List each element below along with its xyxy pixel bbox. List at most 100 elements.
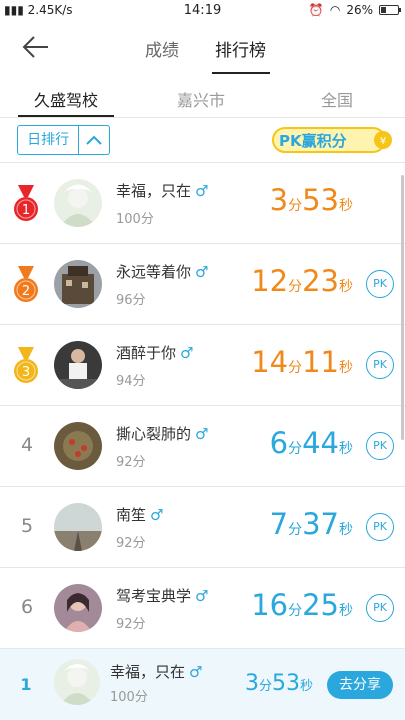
back-arrow-icon [22,36,48,58]
period-dropdown[interactable]: 日排行 [17,125,110,155]
finish-time: 3分53秒 [270,183,353,217]
avatar[interactable] [54,260,102,308]
status-bar: ▮▮▮ 2.45K/s 14:19 ⏰ ◠ 26% [0,0,405,22]
battery-icon [379,5,401,15]
svg-text:¥: ¥ [380,136,386,147]
avatar[interactable] [54,422,102,470]
time-min-unit: 分 [288,198,303,214]
ranking-row[interactable]: 4 撕心裂肺的 ♂ 92分 6分44秒 PK [0,405,405,486]
user-score: 92分 [116,617,146,632]
user-name-text: 幸福，只在 [116,182,192,200]
medal-icon: 1 [14,185,38,221]
user-name: 永远等着你 ♂ [116,261,208,282]
user-name-text: 驾考宝典学 [116,587,192,605]
medal-rank-text: 2 [22,284,30,299]
time-seconds: 23 [302,264,339,298]
user-name-text: 永远等着你 [116,263,192,281]
male-icon: ♂ [195,425,209,443]
tab-active-underline [212,72,270,74]
pk-button[interactable]: PK [366,594,394,622]
back-button[interactable] [20,34,50,60]
pk-banner-text: PK赢积分 [279,132,347,150]
male-icon: ♂ [195,587,209,605]
rank-number: 6 [20,596,34,618]
my-time-seconds: 53 [271,671,300,696]
time-minutes: 7 [269,507,289,541]
finish-time: 7分37秒 [270,507,353,541]
my-time-min-unit: 分 [258,679,272,694]
my-time: 3分53秒 [245,671,313,696]
rank-number: 5 [20,515,34,537]
avatar[interactable] [54,584,102,632]
filter-row: 日排行 PK赢积分 ¥ [0,118,405,162]
male-icon: ♂ [189,663,203,681]
ranking-row[interactable]: 1 幸福，只在 ♂ 100分 3分53秒 [0,162,405,243]
pk-earn-points-banner[interactable]: PK赢积分 ¥ [271,124,395,156]
time-seconds: 44 [302,426,339,460]
avatar[interactable] [54,503,102,551]
finish-time: 12分23秒 [251,264,353,298]
user-score: 96分 [116,293,146,308]
medal-icon: 3 [14,347,38,383]
male-icon: ♂ [180,344,194,362]
medal-icon: 2 [14,266,38,302]
time-min-unit: 分 [288,441,303,457]
time-min-unit: 分 [288,522,303,538]
scrollbar[interactable] [401,175,404,440]
user-name-text: 撕心裂肺的 [116,425,192,443]
battery-percent: 26% [346,3,373,17]
my-score: 100分 [110,690,148,705]
my-rank-number: 1 [20,675,32,694]
top-nav: 成绩 排行榜 [0,22,405,74]
time-minutes: 3 [269,183,289,217]
pk-button[interactable]: PK [366,513,394,541]
my-name: 幸福，只在 ♂ [110,661,202,682]
male-icon: ♂ [150,506,164,524]
time-minutes: 12 [251,264,289,298]
tab-leaderboard[interactable]: 排行榜 [215,36,266,61]
user-name: 酒醉于你 ♂ [116,342,193,363]
wifi-icon: ◠ [329,3,341,17]
pk-button[interactable]: PK [366,432,394,460]
my-rank-bar: 1 幸福，只在 ♂ 100分 3分53秒 去分享 [0,648,405,720]
user-name: 幸福，只在 ♂ [116,180,208,201]
user-score: 92分 [116,455,146,470]
time-sec-unit: 秒 [339,522,353,538]
finish-time: 16分25秒 [251,588,353,622]
time-min-unit: 分 [288,360,303,376]
pk-banner-graphic: PK赢积分 ¥ [272,127,392,153]
status-right: ⏰ ◠ 26% [308,3,401,17]
medal-rank-text: 1 [22,203,30,218]
tab-school[interactable]: 久盛驾校 [34,87,98,111]
user-score: 92分 [116,536,146,551]
alarm-icon: ⏰ [308,3,324,17]
time-minutes: 16 [251,588,289,622]
pk-button[interactable]: PK [366,270,394,298]
user-score: 100分 [116,212,154,227]
tab-city[interactable]: 嘉兴市 [177,87,225,111]
time-seconds: 53 [302,183,339,217]
ranking-row[interactable]: 2 永远等着你 ♂ 96分 12分23秒 PK [0,243,405,324]
avatar[interactable] [54,341,102,389]
tab-national[interactable]: 全国 [321,87,353,111]
tab-results[interactable]: 成绩 [145,36,179,61]
rank-number: 4 [20,434,34,456]
male-icon: ♂ [195,182,209,200]
pk-button[interactable]: PK [366,351,394,379]
ranking-row[interactable]: 6 驾考宝典学 ♂ 92分 16分25秒 PK [0,567,405,648]
ranking-row[interactable]: 3 酒醉于你 ♂ 94分 14分11秒 PK [0,324,405,405]
my-avatar [54,659,100,705]
scope-active-underline [18,115,114,117]
chevron-up-icon [79,126,109,154]
my-time-sec-unit: 秒 [299,679,313,694]
user-name: 南笙 ♂ [116,504,163,525]
time-min-unit: 分 [288,279,303,295]
avatar[interactable] [54,179,102,227]
time-sec-unit: 秒 [339,279,353,295]
user-name-text: 南笙 [116,506,147,524]
my-name-text: 幸福，只在 [110,663,186,681]
user-name: 驾考宝典学 ♂ [116,585,208,606]
user-name: 撕心裂肺的 ♂ [116,423,208,444]
ranking-row[interactable]: 5 南笙 ♂ 92分 7分37秒 PK [0,486,405,567]
share-button[interactable]: 去分享 [327,671,393,699]
